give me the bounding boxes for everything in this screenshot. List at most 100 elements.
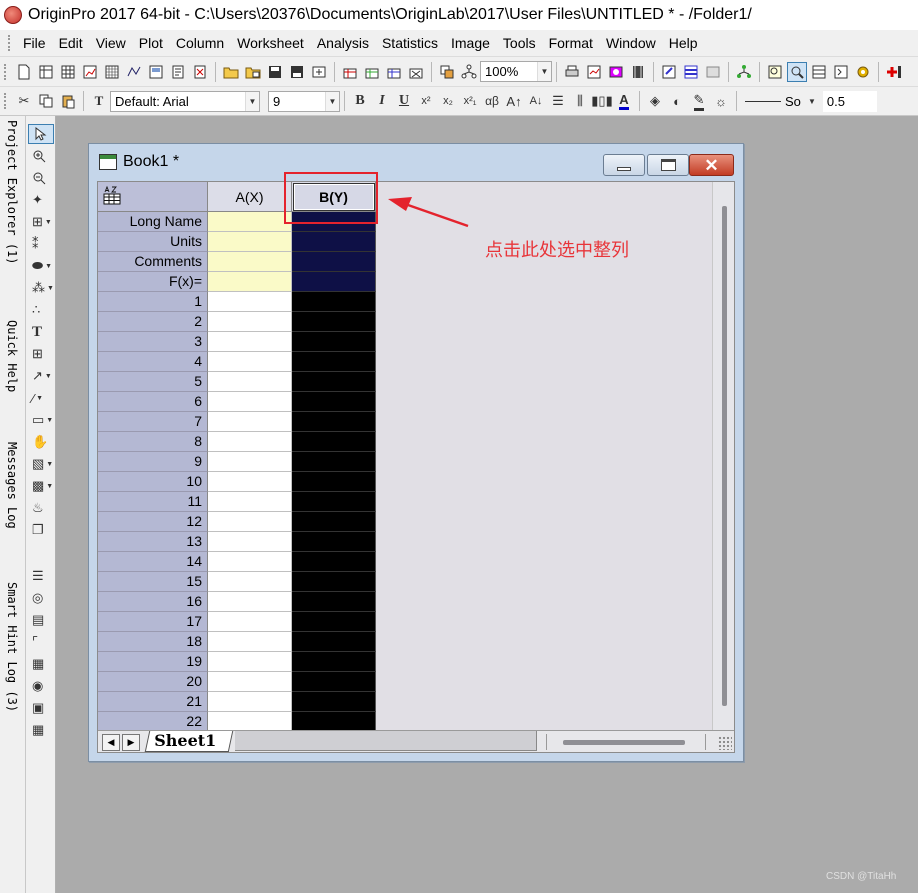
- bold-button[interactable]: B: [350, 91, 370, 111]
- cell-b-selected[interactable]: [292, 292, 376, 312]
- cell-a[interactable]: [208, 572, 292, 592]
- cell-a[interactable]: [208, 492, 292, 512]
- tab-smart-hint-log[interactable]: Smart Hint Log (3): [1, 582, 23, 732]
- cell-a[interactable]: [208, 392, 292, 412]
- menu-plot[interactable]: Plot: [133, 35, 170, 51]
- tab-project-explorer[interactable]: Project Explorer (1): [1, 120, 23, 290]
- record-tool-icon[interactable]: ◉: [28, 676, 54, 696]
- cell-b-selected[interactable]: [292, 392, 376, 412]
- cell-b-selected[interactable]: [292, 252, 376, 272]
- list-tool-icon[interactable]: ☰: [28, 566, 54, 586]
- cell-a[interactable]: [208, 432, 292, 452]
- row-header[interactable]: 7: [98, 412, 208, 432]
- menu-image[interactable]: Image: [445, 35, 497, 51]
- new-matrix-icon[interactable]: [102, 62, 122, 82]
- bracket-tool-icon[interactable]: ⌜: [28, 632, 54, 652]
- code-builder-icon[interactable]: [659, 62, 679, 82]
- cell-a[interactable]: [208, 472, 292, 492]
- cell-b-selected[interactable]: [292, 412, 376, 432]
- pointer-tool-icon[interactable]: [28, 124, 54, 144]
- cell-a[interactable]: [208, 612, 292, 632]
- cell-b-selected[interactable]: [292, 672, 376, 692]
- new-notes-icon[interactable]: [168, 62, 188, 82]
- column-align-icon[interactable]: ⫼: [570, 91, 590, 111]
- chart-tool-icon[interactable]: ▩ ▼: [28, 476, 54, 496]
- refresh-icon[interactable]: [584, 62, 604, 82]
- circle-tool-icon[interactable]: ◎: [28, 588, 54, 608]
- new-graph-icon[interactable]: [80, 62, 100, 82]
- row-header[interactable]: 4: [98, 352, 208, 372]
- cell-b-selected[interactable]: [292, 612, 376, 632]
- import-wizard-icon[interactable]: [340, 62, 360, 82]
- sheet-prev-button[interactable]: ◀: [102, 734, 120, 751]
- calculator-tool-icon[interactable]: ▦: [28, 654, 54, 674]
- mask-tool-icon[interactable]: ⁂ ▼: [28, 278, 54, 298]
- cell-a[interactable]: [208, 632, 292, 652]
- folder-tool-icon[interactable]: ▣: [28, 698, 54, 718]
- font-size-select[interactable]: 9 ▼: [268, 90, 340, 112]
- menu-tools[interactable]: Tools: [497, 35, 543, 51]
- menu-format[interactable]: Format: [543, 35, 600, 51]
- plot-tool-icon[interactable]: ♨: [28, 498, 54, 518]
- menu-help[interactable]: Help: [663, 35, 705, 51]
- menu-worksheet[interactable]: Worksheet: [231, 35, 311, 51]
- horizontal-scrollbar[interactable]: [546, 734, 706, 750]
- import-single-icon[interactable]: [362, 62, 382, 82]
- duplicate-icon[interactable]: [437, 62, 457, 82]
- row-header[interactable]: 19: [98, 652, 208, 672]
- cell-b-selected[interactable]: [292, 352, 376, 372]
- table-tool-icon[interactable]: ▤: [28, 610, 54, 630]
- cell-a[interactable]: [208, 272, 292, 292]
- cut-icon[interactable]: ✂: [14, 91, 34, 111]
- cell-b-selected[interactable]: [292, 532, 376, 552]
- hand-tool-icon[interactable]: ✋: [28, 432, 54, 452]
- meta-row-header[interactable]: F(x)=: [98, 272, 208, 292]
- superscript-icon[interactable]: x²: [416, 91, 436, 111]
- line-width-select[interactable]: 0.5: [822, 90, 877, 112]
- cell-b-selected[interactable]: [292, 432, 376, 452]
- cell-a[interactable]: [208, 712, 292, 732]
- menu-edit[interactable]: Edit: [53, 35, 90, 51]
- print-icon[interactable]: [562, 62, 582, 82]
- supersub-icon[interactable]: x²₁: [460, 91, 480, 111]
- cell-a[interactable]: [208, 292, 292, 312]
- menu-view[interactable]: View: [90, 35, 133, 51]
- region-tool-icon[interactable]: ⬬ ▼: [28, 256, 54, 276]
- row-header[interactable]: 16: [98, 592, 208, 612]
- row-header[interactable]: 14: [98, 552, 208, 572]
- sheet-tab[interactable]: Sheet1: [144, 731, 234, 752]
- new-excel-icon[interactable]: [190, 62, 210, 82]
- screen-reader-tool-icon[interactable]: ⊞ ▼: [28, 212, 54, 232]
- barcode-icon[interactable]: ▮▯▮: [591, 91, 612, 111]
- cell-b-selected[interactable]: [292, 632, 376, 652]
- cell-a[interactable]: [208, 352, 292, 372]
- row-header[interactable]: 11: [98, 492, 208, 512]
- align-icon[interactable]: ☰: [548, 91, 568, 111]
- image-tool-icon[interactable]: ▧ ▼: [28, 454, 54, 474]
- book-window[interactable]: Book1 * ✕ A(X) B(Y) Long Name Units Commen…: [88, 143, 744, 762]
- chevron-down-icon[interactable]: ▼: [802, 91, 822, 111]
- cell-b-selected[interactable]: [292, 712, 376, 732]
- row-header[interactable]: 2: [98, 312, 208, 332]
- minimize-button[interactable]: [603, 154, 645, 176]
- cell-b-selected[interactable]: [292, 652, 376, 672]
- cell-b-selected[interactable]: [292, 592, 376, 612]
- italic-button[interactable]: I: [372, 91, 392, 111]
- vertical-scroll-thumb[interactable]: [722, 206, 727, 706]
- cell-a[interactable]: [208, 532, 292, 552]
- hierarchy-icon[interactable]: [734, 62, 754, 82]
- menu-file[interactable]: File: [17, 35, 53, 51]
- row-header[interactable]: 10: [98, 472, 208, 492]
- row-header[interactable]: 18: [98, 632, 208, 652]
- menu-analysis[interactable]: Analysis: [311, 35, 376, 51]
- cell-b-selected[interactable]: [292, 452, 376, 472]
- menu-column[interactable]: Column: [170, 35, 231, 51]
- row-header[interactable]: 20: [98, 672, 208, 692]
- row-header[interactable]: 5: [98, 372, 208, 392]
- cell-b-selected[interactable]: [292, 472, 376, 492]
- results-log-icon[interactable]: [703, 62, 723, 82]
- worksheet-view-icon[interactable]: [809, 62, 829, 82]
- underline-button[interactable]: U: [394, 91, 414, 111]
- cell-a[interactable]: [208, 692, 292, 712]
- cell-b-selected[interactable]: [292, 512, 376, 532]
